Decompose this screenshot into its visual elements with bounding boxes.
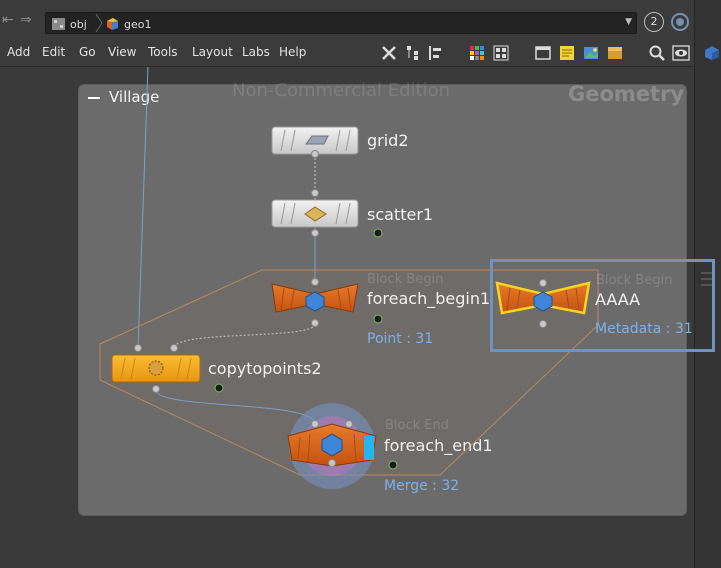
- node-info-foreach-end1: Merge : 32: [384, 478, 460, 494]
- node-flag-icon: [388, 460, 398, 470]
- node-tag-foreach-begin1: Block Begin: [367, 272, 444, 287]
- node-flag-icon: [373, 228, 383, 238]
- copy-sop-icon: [148, 360, 164, 376]
- wire: [137, 66, 149, 349]
- node-flag-icon: [214, 383, 224, 393]
- node-name-foreach-end1: foreach_end1: [384, 436, 493, 455]
- node-scatter1[interactable]: [271, 189, 383, 238]
- node-grid2[interactable]: [271, 126, 359, 158]
- node-tag-foreach-end1: Block End: [385, 418, 449, 433]
- display-flag-marker: [364, 436, 374, 460]
- node-name-scatter1: scatter1: [367, 205, 434, 224]
- node-flag-icon: [373, 314, 383, 324]
- node-name-grid2: grid2: [367, 131, 409, 150]
- selection-highlight: [490, 259, 715, 352]
- node-name-foreach-begin1: foreach_begin1: [367, 289, 491, 308]
- node-info-foreach-begin1: Point : 31: [367, 331, 434, 347]
- node-name-copytopoints2: copytopoints2: [208, 359, 322, 378]
